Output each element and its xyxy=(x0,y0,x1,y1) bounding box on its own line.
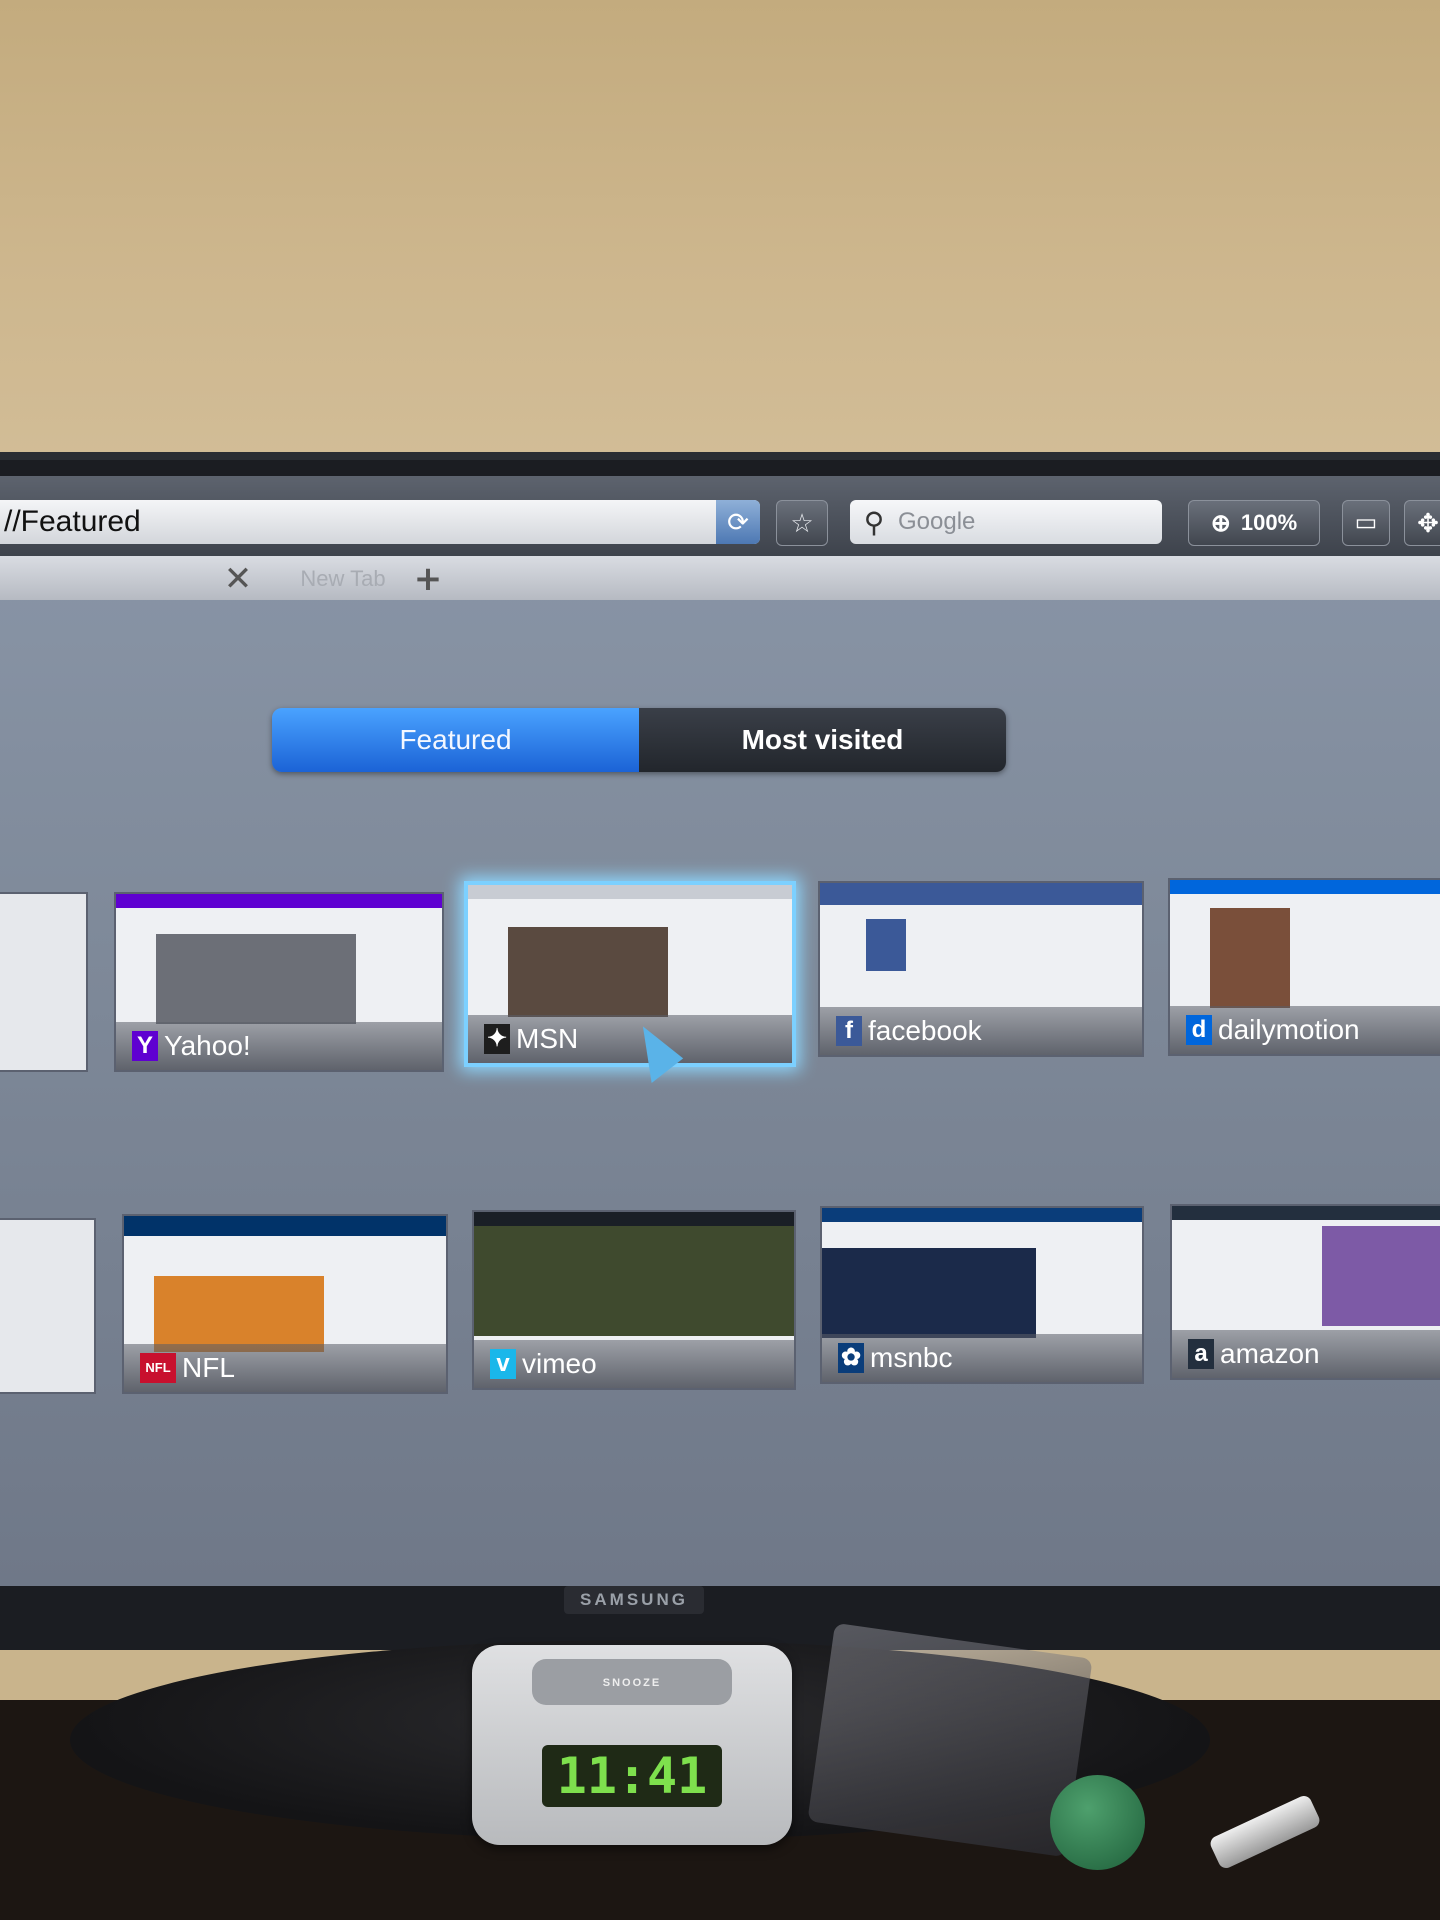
partial-tile-left-row1[interactable] xyxy=(0,892,88,1072)
tile-thumb-header xyxy=(116,894,442,908)
tile-thumb-header xyxy=(124,1216,446,1236)
tile-title: dailymotion xyxy=(1218,1014,1360,1045)
tile-thumb-header xyxy=(1170,880,1440,894)
tile-title: MSN xyxy=(516,1023,579,1054)
tile-thumb-image xyxy=(1210,908,1290,1008)
tile-thumb-header xyxy=(1172,1206,1440,1220)
clock-display: 11:41 xyxy=(542,1745,722,1807)
partial-tile-left-row2[interactable] xyxy=(0,1218,96,1394)
tile-thumb-image xyxy=(1322,1226,1440,1326)
alarm-clock: SNOOZE 11:41 xyxy=(472,1645,792,1845)
tile-label: ✿ msnbc xyxy=(822,1334,1142,1382)
tile-thumb-image xyxy=(154,1276,324,1352)
tile-yahoo[interactable]: Y Yahoo! xyxy=(114,892,444,1072)
yahoo-icon: Y xyxy=(132,1031,158,1061)
tile-label: d dailymotion xyxy=(1170,1006,1440,1054)
tile-label: f facebook xyxy=(820,1007,1142,1055)
url-text[interactable]: //Featured xyxy=(0,505,716,539)
zoom-icon: ⊕ xyxy=(1210,509,1231,537)
close-tab-icon[interactable]: ✕ xyxy=(218,560,258,598)
tile-thumb-image xyxy=(866,919,906,971)
clock-snooze-label: SNOOZE xyxy=(602,1677,662,1689)
tab-new-tab[interactable]: New Tab xyxy=(278,560,408,598)
search-input[interactable]: ⚲ Google xyxy=(850,500,1162,544)
search-icon: ⚲ xyxy=(863,506,885,538)
tile-title: facebook xyxy=(868,1015,982,1046)
msn-icon: ✦ xyxy=(484,1024,510,1054)
vimeo-icon: v xyxy=(490,1349,516,1379)
add-tab-icon[interactable]: + xyxy=(408,560,448,598)
green-knob xyxy=(1050,1775,1145,1870)
bookmark-star-icon[interactable]: ☆ xyxy=(776,500,828,546)
tile-amazon[interactable]: a amazon xyxy=(1170,1204,1440,1380)
tile-thumb-header xyxy=(468,885,792,899)
tile-label: a amazon xyxy=(1172,1330,1440,1378)
tile-facebook[interactable]: f facebook xyxy=(818,881,1144,1057)
amazon-icon: a xyxy=(1188,1339,1214,1369)
zoom-button[interactable]: ⊕ 100% xyxy=(1188,500,1320,546)
facebook-icon: f xyxy=(836,1016,862,1046)
dailymotion-icon: d xyxy=(1186,1015,1212,1045)
tab-featured[interactable]: Featured xyxy=(272,708,639,772)
tile-thumb-header xyxy=(822,1208,1142,1222)
tile-dailymotion[interactable]: d dailymotion xyxy=(1168,878,1440,1056)
tile-thumb-image xyxy=(474,1226,794,1336)
tile-thumb-header xyxy=(474,1212,794,1226)
tv-brand-logo: SAMSUNG xyxy=(564,1586,704,1614)
tile-label: Y Yahoo! xyxy=(116,1022,442,1070)
tile-title: vimeo xyxy=(522,1348,597,1379)
view-switcher: Featured Most visited xyxy=(272,708,1006,772)
tile-thumb-header xyxy=(820,883,1142,905)
tile-vimeo[interactable]: v vimeo xyxy=(472,1210,796,1390)
wall-background xyxy=(0,0,1440,470)
panel-icon[interactable]: ▭ xyxy=(1342,500,1390,546)
tab-bar xyxy=(0,556,1440,600)
nfl-icon: NFL xyxy=(140,1353,176,1383)
tile-title: Yahoo! xyxy=(164,1030,251,1061)
tile-title: amazon xyxy=(1220,1338,1320,1369)
move-icon[interactable]: ✥ xyxy=(1404,500,1440,546)
url-bar[interactable]: //Featured ⟳ xyxy=(0,500,760,544)
tile-msnbc[interactable]: ✿ msnbc xyxy=(820,1206,1144,1384)
msnbc-peacock-icon: ✿ xyxy=(838,1343,864,1373)
tile-title: NFL xyxy=(182,1352,235,1383)
tile-thumb-image xyxy=(156,934,356,1024)
tab-most-visited[interactable]: Most visited xyxy=(639,708,1006,772)
tile-nfl[interactable]: NFL NFL xyxy=(122,1214,448,1394)
tile-thumb-image xyxy=(822,1248,1036,1338)
zoom-level: 100% xyxy=(1240,510,1298,535)
refresh-icon[interactable]: ⟳ xyxy=(716,500,760,544)
tile-label: v vimeo xyxy=(474,1340,794,1388)
tile-title: msnbc xyxy=(870,1342,953,1373)
tile-thumb-image xyxy=(508,927,668,1017)
search-placeholder: Google xyxy=(898,508,976,535)
tile-label: NFL NFL xyxy=(124,1344,446,1392)
browser-screen: //Featured ⟳ ☆ ⚲ Google ⊕ 100% ▭ ✥ ✕ New… xyxy=(0,476,1440,1586)
